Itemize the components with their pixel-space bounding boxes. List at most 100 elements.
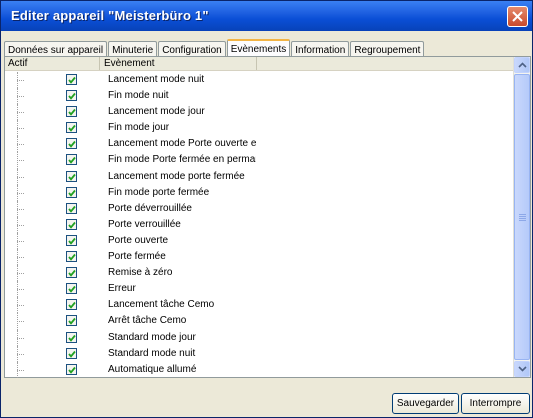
tree-line xyxy=(17,289,24,291)
table-row[interactable]: Standard mode nuit xyxy=(5,345,515,362)
checkmark-icon xyxy=(68,221,76,229)
event-active-checkbox[interactable] xyxy=(66,186,77,198)
table-row[interactable]: Fin mode jour xyxy=(5,120,515,137)
events-list: Lancement mode nuit Fin mode nuit Lancemen… xyxy=(5,72,515,378)
checkmark-icon xyxy=(68,302,76,310)
tree-line xyxy=(17,144,24,146)
table-header: Actif Evènement xyxy=(5,57,515,71)
column-header-actif[interactable]: Actif xyxy=(5,57,100,70)
checkmark-icon xyxy=(68,141,76,149)
event-label: Lancement mode jour xyxy=(108,106,205,118)
tree-line xyxy=(17,257,24,259)
table-row[interactable]: Porte fermée xyxy=(5,249,515,266)
event-active-checkbox[interactable] xyxy=(66,90,77,102)
event-active-checkbox[interactable] xyxy=(66,122,77,134)
event-label: Standard mode nuit xyxy=(108,347,196,359)
table-row[interactable]: Lancement tâche Cemo xyxy=(5,297,515,314)
event-active-checkbox[interactable] xyxy=(66,331,77,343)
event-active-checkbox[interactable] xyxy=(66,315,77,327)
tree-line xyxy=(17,353,24,355)
table-row[interactable]: Porte ouverte xyxy=(5,232,515,250)
close-icon xyxy=(512,11,523,22)
event-label: Remise à zéro xyxy=(108,267,173,279)
close-button[interactable] xyxy=(507,6,528,27)
event-active-checkbox[interactable] xyxy=(66,234,77,246)
event-active-checkbox[interactable] xyxy=(66,267,77,279)
table-row[interactable]: Fin mode porte fermée xyxy=(5,184,515,201)
checkmark-icon xyxy=(68,93,76,100)
event-active-checkbox[interactable] xyxy=(66,283,77,295)
event-label: Fin mode porte fermée xyxy=(108,186,210,198)
event-label: Fin mode jour xyxy=(108,122,170,134)
window-title: Editer appareil "Meisterbüro 1" xyxy=(11,8,209,23)
event-label: Lancement mode Porte ouverte en permanen… xyxy=(108,138,256,150)
event-label: Porte fermée xyxy=(108,251,166,263)
tab-strip: Données sur appareil Minuterie Configurati… xyxy=(4,38,425,59)
column-header-event[interactable]: Evènement xyxy=(101,57,257,70)
tree-line xyxy=(17,224,24,226)
table-row[interactable]: Erreur xyxy=(5,281,515,298)
chevron-down-icon xyxy=(518,366,527,372)
cancel-button[interactable]: Interrompre xyxy=(461,393,530,414)
checkmark-icon xyxy=(68,76,76,84)
grip-line xyxy=(519,218,526,219)
event-label: Standard mode jour xyxy=(108,331,196,343)
table-row[interactable]: Remise à zéro xyxy=(5,265,515,282)
table-row[interactable]: Arrêt tâche Cemo xyxy=(5,313,515,330)
event-active-checkbox[interactable] xyxy=(66,299,77,311)
table-row[interactable]: Fin mode Porte fermée en permanence xyxy=(5,152,515,169)
grip-line xyxy=(519,214,526,215)
tree-line xyxy=(17,176,24,178)
table-row[interactable]: Lancement mode jour xyxy=(5,104,515,121)
grip-line xyxy=(519,216,526,217)
checkmark-icon xyxy=(68,286,76,293)
grip-line xyxy=(519,220,526,221)
event-label: Erreur xyxy=(108,283,136,295)
event-active-checkbox[interactable] xyxy=(66,138,77,150)
event-label: Lancement mode porte fermée xyxy=(108,170,245,182)
tree-line xyxy=(17,240,24,242)
tree-line xyxy=(17,128,24,130)
table-row[interactable]: Lancement mode nuit xyxy=(5,72,515,89)
tree-line xyxy=(17,273,24,275)
event-label: Fin mode Porte fermée en permanence xyxy=(108,154,256,166)
event-active-checkbox[interactable] xyxy=(66,363,77,375)
event-active-checkbox[interactable] xyxy=(66,154,77,166)
event-active-checkbox[interactable] xyxy=(66,202,77,214)
checkmark-icon xyxy=(68,237,76,245)
table-row[interactable]: Automatique allumé xyxy=(5,361,515,378)
event-active-checkbox[interactable] xyxy=(66,74,77,85)
event-label: Porte verrouillée xyxy=(108,218,181,230)
tree-line xyxy=(17,337,24,339)
title-bar[interactable]: Editer appareil "Meisterbüro 1" xyxy=(1,1,532,31)
event-label: Fin mode nuit xyxy=(108,90,169,102)
scroll-up-button[interactable] xyxy=(514,57,530,73)
event-label: Porte déverrouillée xyxy=(108,202,192,214)
table-row[interactable]: Lancement mode porte fermée xyxy=(5,168,515,185)
tree-line xyxy=(17,160,24,162)
event-active-checkbox[interactable] xyxy=(66,251,77,263)
table-row[interactable]: Lancement mode Porte ouverte en permanen… xyxy=(5,136,515,153)
tree-line xyxy=(17,369,24,371)
checkmark-icon xyxy=(68,157,76,165)
table-row[interactable]: Porte déverrouillée xyxy=(5,200,515,217)
scroll-thumb[interactable] xyxy=(514,74,530,360)
event-active-checkbox[interactable] xyxy=(66,218,77,230)
vertical-scrollbar[interactable] xyxy=(513,57,530,377)
tree-line xyxy=(17,208,24,210)
tree-line xyxy=(17,112,24,114)
chevron-up-icon xyxy=(518,62,527,68)
scroll-down-button[interactable] xyxy=(514,361,530,377)
event-active-checkbox[interactable] xyxy=(66,106,77,118)
event-label: Automatique allumé xyxy=(108,363,197,375)
table-row[interactable]: Standard mode jour xyxy=(5,329,515,346)
checkmark-icon xyxy=(68,350,76,358)
checkmark-icon xyxy=(68,109,76,116)
event-active-checkbox[interactable] xyxy=(66,170,77,182)
table-row[interactable]: Porte verrouillée xyxy=(5,216,515,233)
event-active-checkbox[interactable] xyxy=(66,347,77,359)
table-row[interactable]: Fin mode nuit xyxy=(5,88,515,105)
checkmark-icon xyxy=(68,253,76,261)
checkmark-icon xyxy=(68,173,76,181)
save-button[interactable]: Sauvegarder xyxy=(392,393,459,414)
